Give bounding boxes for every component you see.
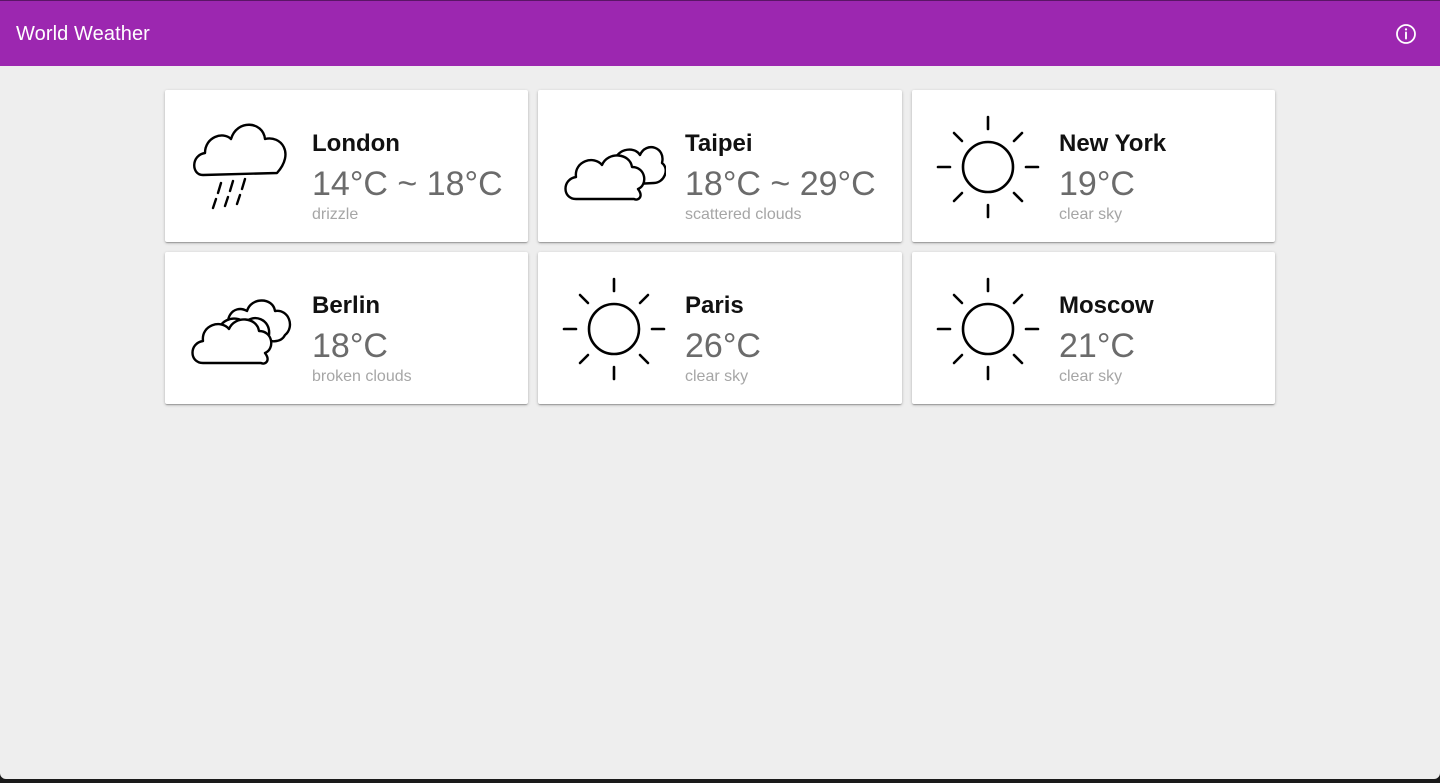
city-card-berlin[interactable]: Berlin 18°C broken clouds — [165, 252, 528, 404]
app-bar: World Weather — [0, 0, 1440, 66]
city-name: Taipei — [685, 130, 753, 157]
city-name: Berlin — [312, 292, 381, 319]
city-name: London — [312, 130, 400, 157]
weather-description: drizzle — [312, 206, 359, 223]
city-name: Moscow — [1059, 292, 1154, 319]
sun-icon — [936, 277, 1040, 381]
city-card-grid: London 14°C ~ 18°C drizzle Taipei 18°C ~… — [165, 90, 1275, 404]
weather-description: clear sky — [1059, 206, 1123, 223]
city-temperature: 21°C — [1059, 327, 1135, 365]
app-window: World Weather London 14°C ~ 18°C drizzle… — [0, 0, 1440, 779]
info-button[interactable] — [1394, 22, 1418, 46]
city-temperature: 19°C — [1059, 165, 1135, 203]
city-card-new-york[interactable]: New York 19°C clear sky — [912, 90, 1275, 242]
rain-cloud-icon — [189, 115, 293, 219]
cloudy-icon — [189, 277, 293, 381]
weather-description: broken clouds — [312, 368, 412, 385]
city-name: Paris — [685, 292, 744, 319]
city-temperature: 18°C ~ 29°C — [685, 165, 876, 203]
sun-icon — [562, 277, 666, 381]
city-name: New York — [1059, 130, 1167, 157]
cloudy-icon — [562, 115, 666, 219]
city-card-london[interactable]: London 14°C ~ 18°C drizzle — [165, 90, 528, 242]
sun-icon — [936, 115, 1040, 219]
city-card-moscow[interactable]: Moscow 21°C clear sky — [912, 252, 1275, 404]
city-temperature: 14°C ~ 18°C — [312, 165, 503, 203]
info-circle-icon — [1394, 22, 1418, 46]
city-temperature: 18°C — [312, 327, 388, 365]
weather-description: clear sky — [1059, 368, 1123, 385]
app-title: World Weather — [16, 23, 150, 45]
city-temperature: 26°C — [685, 327, 761, 365]
weather-description: scattered clouds — [685, 206, 802, 223]
city-card-taipei[interactable]: Taipei 18°C ~ 29°C scattered clouds — [538, 90, 902, 242]
weather-description: clear sky — [685, 368, 749, 385]
city-card-paris[interactable]: Paris 26°C clear sky — [538, 252, 902, 404]
